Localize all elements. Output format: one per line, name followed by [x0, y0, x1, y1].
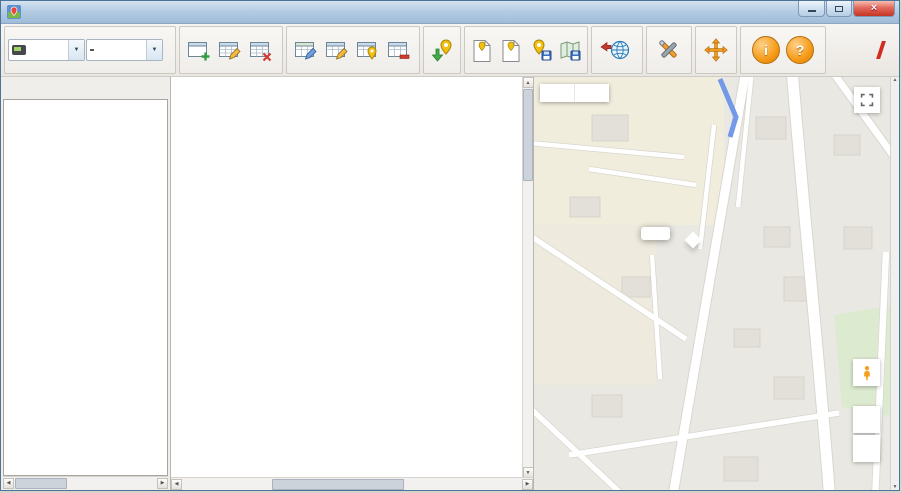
tools-icon	[657, 38, 681, 62]
chevron-down-icon[interactable]: ▼	[146, 40, 162, 60]
device-icon	[12, 45, 26, 55]
scroll-down-icon[interactable]: ▼	[893, 484, 898, 490]
help-button[interactable]: ?	[786, 36, 814, 64]
settings-button[interactable]	[654, 35, 684, 65]
question-icon: ?	[796, 42, 805, 58]
panel-settings	[646, 26, 692, 74]
scroll-thumb[interactable]	[15, 478, 67, 489]
close-icon: ×	[871, 3, 877, 14]
table-vscrollbar[interactable]: ▲ ▼	[522, 77, 533, 478]
window-vscrollbar[interactable]: ▲ ▼	[890, 77, 899, 490]
save-track-button[interactable]	[556, 35, 584, 65]
table-delete-icon	[248, 38, 272, 62]
grid-remove-icon	[386, 38, 410, 62]
measurement-popup	[641, 227, 670, 240]
scroll-left-icon[interactable]: ◀	[3, 478, 14, 489]
panel-about: i ?	[740, 26, 826, 74]
tree-tool-edit-button[interactable]	[214, 35, 244, 65]
table-hscrollbar[interactable]: ◀ ▶	[171, 477, 533, 490]
pegman-button[interactable]	[853, 359, 880, 386]
map-panel[interactable]	[534, 77, 890, 490]
marker-download-icon	[430, 38, 454, 62]
title-bar: ×	[1, 1, 899, 24]
grid-pencil-orange-icon	[324, 38, 348, 62]
fullscreen-icon	[860, 93, 874, 107]
toolbar: ▼ ▼	[1, 24, 899, 77]
data-tree	[3, 99, 168, 476]
map-base-layer	[534, 77, 890, 490]
scroll-up-icon[interactable]: ▲	[893, 77, 898, 83]
panel-view	[695, 26, 737, 74]
technoac-logo	[867, 26, 896, 74]
save-csv-button[interactable]	[497, 35, 525, 65]
move-arrows-icon	[704, 38, 728, 62]
zoom-out-button[interactable]	[853, 435, 880, 462]
globe-icon	[600, 38, 630, 62]
app-icon	[7, 5, 21, 19]
view-pan-button[interactable]	[701, 35, 731, 65]
scroll-right-icon[interactable]: ▶	[522, 479, 533, 490]
tree-tool-add-button[interactable]	[183, 35, 213, 65]
track-save-icon	[558, 38, 582, 62]
grid-pencil-blue-icon	[293, 38, 317, 62]
panel-sort: ▼ ▼	[4, 26, 176, 74]
measurements-table-area: ▲ ▼ ◀ ▶	[171, 77, 534, 490]
edit-tool-button-4[interactable]	[383, 35, 413, 65]
sidebar-tabs	[1, 77, 170, 99]
main-area: ◀ ▶ ▲ ▼ ◀ ▶	[1, 77, 899, 490]
panel-edit	[286, 26, 420, 74]
maximize-icon	[835, 6, 843, 12]
save-marker-button[interactable]	[527, 35, 555, 65]
panel-internet	[591, 26, 643, 74]
table-add-icon	[186, 38, 210, 62]
info-button[interactable]: i	[752, 36, 780, 64]
panel-load	[423, 26, 461, 74]
device-select[interactable]: ▼	[8, 39, 85, 61]
app-window: × ▼ ▼	[0, 0, 900, 491]
scroll-thumb[interactable]	[523, 89, 533, 181]
csv-file-icon	[499, 38, 523, 62]
freq-badge	[90, 49, 94, 51]
edit-tool-button-1[interactable]	[290, 35, 320, 65]
panel-save	[464, 26, 588, 74]
map-tab[interactable]	[540, 84, 574, 102]
scroll-up-icon[interactable]: ▲	[523, 77, 534, 88]
brand-slash-icon	[876, 41, 886, 59]
scroll-thumb[interactable]	[272, 479, 404, 490]
edit-tool-button-3[interactable]	[352, 35, 382, 65]
minimize-icon	[808, 10, 816, 12]
info-icon: i	[764, 42, 768, 58]
edit-tool-button-2[interactable]	[321, 35, 351, 65]
year-select[interactable]: ▼	[86, 39, 163, 61]
marker-save-icon	[529, 38, 553, 62]
pegman-icon	[859, 365, 875, 381]
sidebar: ◀ ▶	[1, 77, 171, 490]
scroll-right-icon[interactable]: ▶	[157, 478, 168, 489]
grid-marker-icon	[355, 38, 379, 62]
load-track-button[interactable]	[427, 35, 457, 65]
save-kml-button[interactable]	[468, 35, 496, 65]
panel-tree	[179, 26, 283, 74]
maximize-button[interactable]	[826, 1, 852, 17]
chevron-down-icon[interactable]: ▼	[68, 40, 84, 60]
kml-file-icon	[470, 38, 494, 62]
zoom-in-button[interactable]	[853, 406, 880, 433]
tree-tool-delete-button[interactable]	[245, 35, 275, 65]
scroll-left-icon[interactable]: ◀	[171, 479, 182, 490]
satellite-tab[interactable]	[574, 84, 609, 102]
close-button[interactable]: ×	[853, 1, 895, 17]
internet-button[interactable]	[595, 35, 635, 65]
minimize-button[interactable]	[798, 1, 825, 17]
map-type-control	[540, 84, 609, 102]
fullscreen-button[interactable]	[854, 87, 880, 113]
table-pencil-icon	[217, 38, 241, 62]
sidebar-hscrollbar[interactable]: ◀ ▶	[3, 476, 168, 489]
